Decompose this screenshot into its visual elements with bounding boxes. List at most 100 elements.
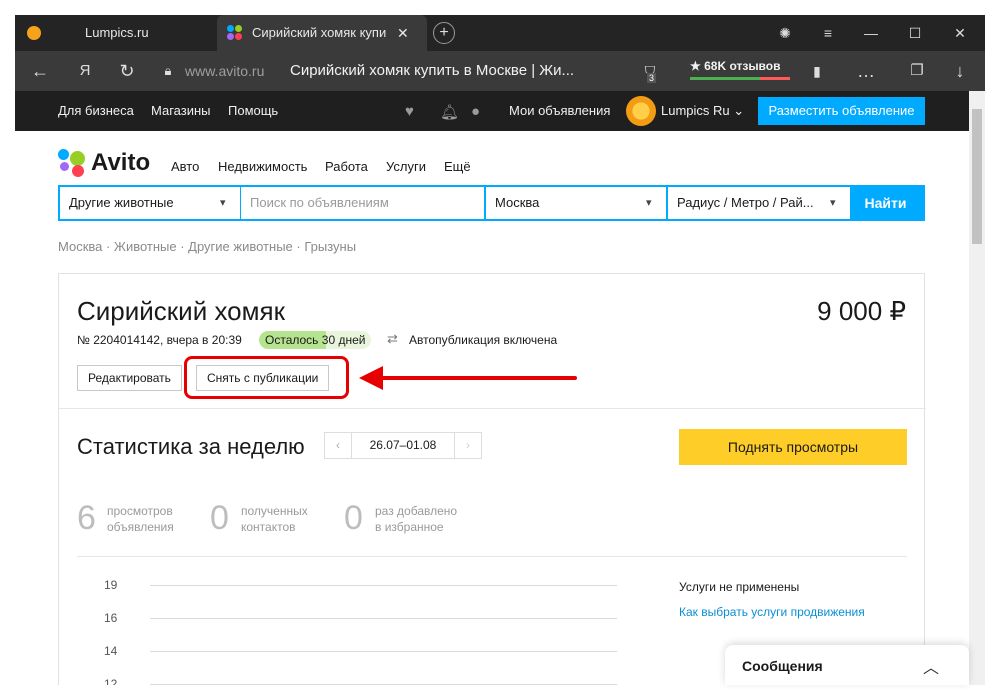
tab-lumpics[interactable]: Lumpics.ru [15,15,215,51]
contacts-label: полученныхконтактов [241,503,308,535]
services-link[interactable]: Как выбрать услуги продвижения [679,605,865,619]
y-tick: 12 [104,677,117,685]
category-auto[interactable]: Авто [171,159,199,174]
nav-help[interactable]: Помощь [228,103,278,118]
category-services[interactable]: Услуги [386,159,426,174]
reviews-rating-bar [690,77,790,80]
gridline [150,684,617,685]
protect-badge: 3 [647,73,656,83]
radius-select-value: Радиус / Метро / Рай... [677,195,814,210]
find-button[interactable]: Найти [848,187,923,219]
url-page-title[interactable]: Сирийский хомяк купить в Москве | Жи... [290,62,574,79]
reload-icon[interactable]: ↻ [112,51,142,91]
autopublish-icon: ⇄ [387,331,398,347]
views-count: 6 [77,499,96,538]
avito-topnav: Для бизнеса Магазины Помощь ♥ 🔔︎ ● Мои о… [15,91,969,131]
category-select[interactable]: Другие животные ▾ [60,187,240,219]
annotation-arrow-icon [355,360,580,396]
highlight-frame [184,356,349,399]
category-select-value: Другие животные [69,195,174,210]
avito-favicon-icon [227,25,243,41]
edit-button[interactable]: Редактировать [77,365,182,391]
minimize-icon[interactable]: — [851,15,891,51]
close-tab-icon[interactable]: ✕ [397,15,409,51]
category-more[interactable]: Ещё [444,159,471,174]
tab-avito[interactable]: Сирийский хомяк купи ✕ [217,15,427,51]
collections-icon[interactable]: ❐ [902,51,932,91]
protect-icon[interactable]: ⛉ [635,51,665,91]
address-bar: ← Я ↻ 🔒︎ www.avito.ru Сирийский хомяк ку… [15,51,985,91]
y-tick: 14 [104,644,117,658]
search-bar: Другие животные ▾ Поиск по объявлениям М… [58,185,925,221]
nav-my-ads[interactable]: Мои объявления [509,103,610,118]
contacts-count: 0 [210,499,229,538]
services-status: Услуги не применены [679,580,799,594]
chevron-up-icon[interactable]: ︿ [923,654,939,678]
more-icon[interactable]: … [851,51,881,91]
menu-icon[interactable]: ≡ [808,15,848,51]
page-content: Avito Авто Недвижимость Работа Услуги Ещ… [15,131,969,685]
url-host[interactable]: www.avito.ru [185,63,264,79]
messages-icon[interactable]: ● [471,103,480,120]
user-menu[interactable]: Lumpics Ru ⌄ [661,103,744,119]
tab-label: Lumpics.ru [85,15,149,51]
ad-title: Сирийский хомяк [77,296,285,327]
radius-select[interactable]: Радиус / Метро / Рай... ▾ [668,187,850,219]
nav-business[interactable]: Для бизнеса [58,103,134,118]
category-realty[interactable]: Недвижимость [218,159,307,174]
maximize-icon[interactable]: ☐ [895,15,935,51]
gridline [150,585,617,586]
y-tick: 16 [104,611,117,625]
tab-label: Сирийский хомяк купи [252,15,386,51]
ad-meta: № 2204014142, вчера в 20:39 [77,333,242,347]
city-select[interactable]: Москва ▾ [486,187,666,219]
category-jobs[interactable]: Работа [325,159,368,174]
lumpics-favicon-icon [27,26,41,40]
city-select-value: Москва [495,195,539,210]
notifications-icon[interactable]: 🔔︎ [440,103,459,121]
lock-icon: 🔒︎ [153,51,183,91]
ad-card: Сирийский хомяк 9 000 ₽ № 2204014142, вч… [58,273,925,685]
extension-icon[interactable]: ✺ [765,15,805,51]
divider [77,556,907,557]
prev-week-button[interactable]: ‹ [324,432,352,459]
messages-label: Сообщения [742,658,823,674]
chevron-down-icon: ▾ [830,187,836,219]
views-label: просмотровобъявления [107,503,174,535]
autopublish-status[interactable]: Автопубликация включена [409,333,557,347]
date-range: 26.07–01.08 [351,432,455,459]
stats-title: Статистика за неделю [77,434,305,460]
back-icon[interactable]: ← [25,51,55,91]
boost-views-button[interactable]: Поднять просмотры [679,429,907,465]
favorites-icon[interactable]: ♥ [405,103,414,120]
chevron-down-icon: ▾ [646,187,652,219]
gridline [150,651,617,652]
avito-logo[interactable]: Avito [58,149,178,179]
favorites-count: 0 [344,499,363,538]
user-name: Lumpics Ru [661,103,730,118]
ad-price: 9 000 ₽ [817,296,906,327]
download-icon[interactable]: ↓ [945,51,975,91]
browser-window: Lumpics.ru Сирийский хомяк купи ✕ + ✺ ≡ … [0,0,1000,700]
chevron-right-icon: › [466,438,470,452]
post-ad-button[interactable]: Разместить объявление [758,97,925,125]
y-tick: 19 [104,578,117,592]
next-week-button[interactable]: › [454,432,482,459]
bookmark-icon[interactable]: ▮ [802,51,832,91]
nav-shops[interactable]: Магазины [151,103,211,118]
avatar[interactable] [626,96,656,126]
tab-strip: Lumpics.ru Сирийский хомяк купи ✕ + ✺ ≡ … [15,15,985,51]
days-left-badge: Осталось 30 дней [259,331,371,349]
search-input[interactable]: Поиск по объявлениям [241,187,484,219]
new-tab-icon[interactable]: + [433,22,455,44]
yandex-icon[interactable]: Я [70,51,100,91]
messages-panel[interactable]: Сообщения ︿ [725,645,969,685]
gridline [150,618,617,619]
divider [59,408,926,409]
close-window-icon[interactable]: ✕ [940,15,980,51]
scrollbar-thumb[interactable] [972,109,982,244]
breadcrumb[interactable]: Москва · Животные · Другие животные · Гр… [58,239,356,254]
scrollbar[interactable] [969,91,985,685]
favorites-label: раз добавленов избранное [375,503,457,535]
reviews-badge[interactable]: ★ 68K отзывов [690,59,781,73]
